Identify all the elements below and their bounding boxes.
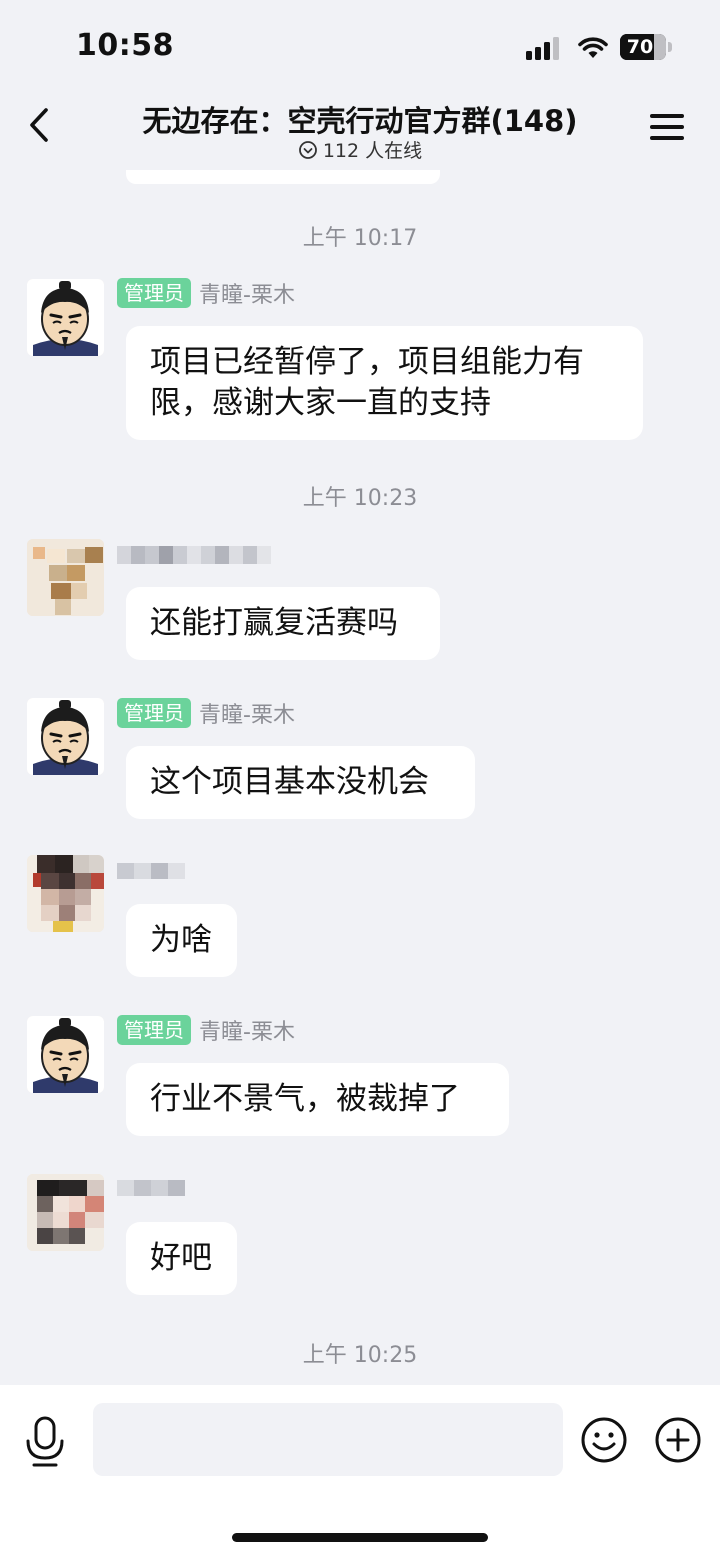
avatar[interactable] (27, 1174, 104, 1251)
sender-row: 管理员 青瞳-栗木 (117, 277, 295, 309)
avatar-image (27, 1016, 104, 1093)
battery-icon: 70 (620, 34, 666, 60)
avatar[interactable] (27, 698, 104, 775)
avatar-image (27, 698, 104, 775)
add-icon[interactable] (654, 1416, 702, 1464)
message-bubble[interactable]: 还能打赢复活赛吗 (126, 587, 440, 660)
microphone-icon[interactable] (24, 1415, 66, 1467)
group-title[interactable]: 无边存在：空壳行动官方群(148) (0, 98, 720, 140)
battery-level: 70 (626, 36, 654, 58)
avatar[interactable] (27, 1016, 104, 1093)
avatar-image (27, 279, 104, 356)
admin-badge: 管理员 (117, 698, 191, 728)
message-line: 好吧 (150, 1240, 212, 1276)
timestamp: 上午 10:23 (302, 486, 418, 511)
sender-row (117, 1172, 185, 1204)
message-input[interactable] (93, 1403, 563, 1476)
avatar-image-blurred (27, 539, 104, 616)
online-count: 112 人在线 (0, 136, 720, 163)
message-bubble[interactable]: 这个项目基本没机会 (126, 746, 475, 819)
avatar[interactable] (27, 539, 104, 616)
cellular-signal-icon (526, 36, 562, 60)
blurred-sender-name (117, 1180, 185, 1196)
avatar-image-blurred (27, 1174, 104, 1251)
message-line: 限，感谢大家一直的支持 (150, 385, 491, 421)
blurred-sender-name (117, 546, 271, 564)
online-status-icon (298, 141, 317, 159)
wifi-icon (578, 37, 608, 58)
message-bubble[interactable]: 好吧 (126, 1222, 237, 1295)
blurred-sender-name (117, 863, 185, 879)
sender-name[interactable]: 青瞳-栗木 (199, 697, 295, 729)
status-time: 10:58 (76, 28, 174, 63)
message-bubble[interactable]: 项目已经暂停了，项目组能力有 限，感谢大家一直的支持 (126, 326, 643, 440)
battery-tip (668, 42, 672, 52)
admin-badge: 管理员 (117, 278, 191, 308)
message-line: 行业不景气，被裁掉了 (150, 1081, 460, 1117)
online-count-text: 112 人在线 (322, 140, 423, 162)
home-indicator[interactable] (232, 1533, 488, 1542)
sender-name[interactable]: 青瞳-栗木 (199, 277, 295, 309)
sender-row: 管理员 青瞳-栗木 (117, 697, 295, 729)
status-bar: 10:58 70 (0, 0, 720, 90)
chat-header: 无边存在：空壳行动官方群(148) 112 人在线 (0, 90, 720, 170)
sender-row (117, 539, 271, 571)
menu-icon[interactable] (650, 110, 684, 144)
message-list[interactable]: 上午 10:17 管理员 青瞳-栗木 项目已经暂停了，项目组能力有 限，感谢大家… (0, 170, 720, 1385)
input-bar (0, 1385, 720, 1558)
timestamp: 上午 10:25 (302, 1343, 418, 1368)
chat-screen: 10:58 70 无边存在：空壳行动官方群(148) 112 人在线 上午 10… (0, 0, 720, 1558)
admin-badge: 管理员 (117, 1015, 191, 1045)
message-line: 这个项目基本没机会 (150, 764, 429, 800)
timestamp: 上午 10:17 (302, 226, 418, 251)
avatar-image-blurred (27, 855, 104, 932)
sender-row (117, 855, 185, 887)
avatar[interactable] (27, 855, 104, 932)
message-bubble[interactable]: 为啥 (126, 904, 237, 977)
sender-name[interactable]: 青瞳-栗木 (199, 1014, 295, 1046)
message-line: 项目已经暂停了，项目组能力有 (150, 344, 584, 380)
message-line: 为啥 (150, 922, 212, 958)
sender-row: 管理员 青瞳-栗木 (117, 1014, 295, 1046)
message-bubble-partial (126, 170, 440, 184)
emoji-icon[interactable] (580, 1416, 628, 1464)
message-bubble[interactable]: 行业不景气，被裁掉了 (126, 1063, 509, 1136)
message-line: 还能打赢复活赛吗 (150, 605, 398, 641)
avatar[interactable] (27, 279, 104, 356)
